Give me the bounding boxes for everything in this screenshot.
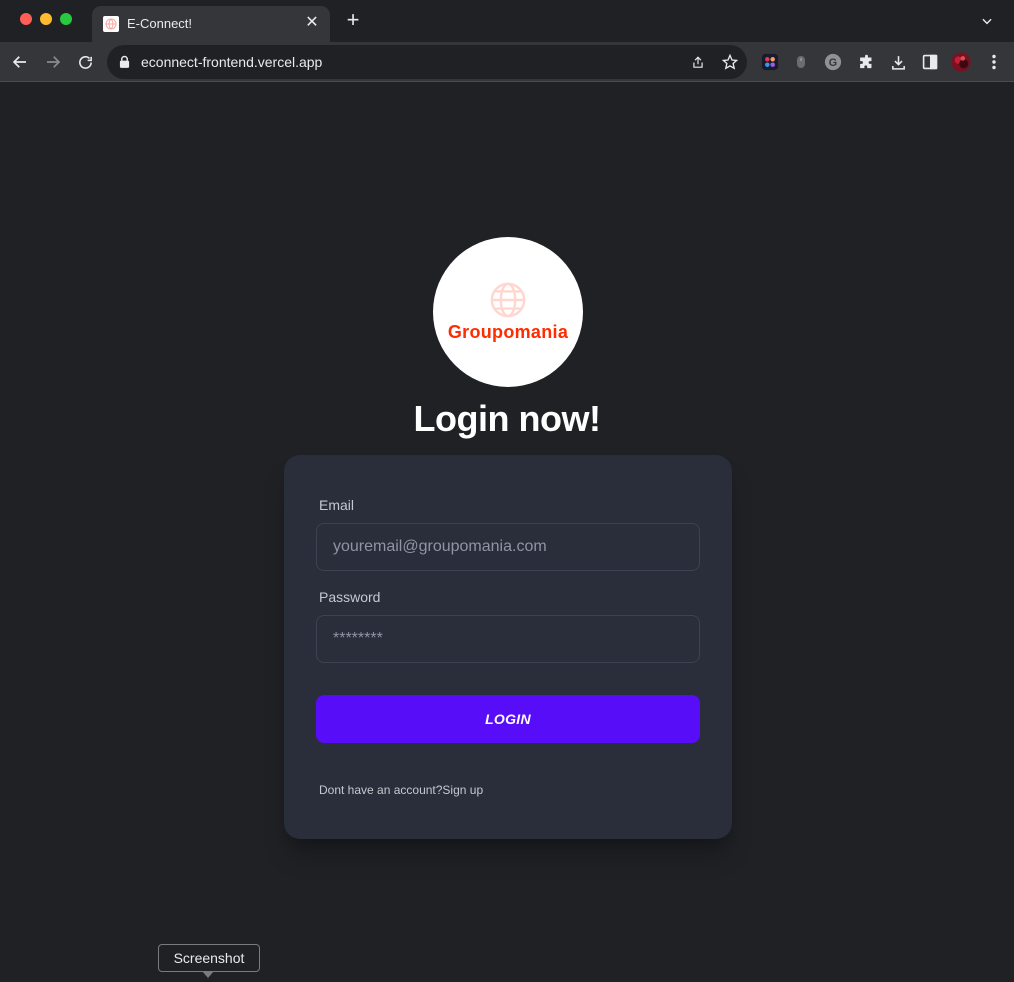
extensions-puzzle-icon[interactable] — [856, 52, 876, 72]
svg-text:G: G — [829, 57, 837, 69]
email-field[interactable] — [316, 523, 700, 571]
page-title: Login now! — [413, 398, 601, 439]
window-minimize-dot[interactable] — [40, 13, 52, 25]
tab-title: E-Connect! — [127, 16, 193, 31]
back-arrow-icon[interactable] — [9, 51, 31, 73]
browser-tab-bar: E-Connect! ✕ + — [0, 0, 1014, 42]
globe-logo-icon — [489, 281, 527, 324]
email-label: Email — [319, 497, 355, 513]
password-label: Password — [319, 589, 381, 605]
login-form-card: Email Password LOGIN Dont have an accoun… — [284, 455, 732, 839]
address-bar[interactable]: econnect-frontend.vercel.app — [107, 45, 747, 79]
new-tab-icon[interactable]: + — [343, 9, 363, 31]
extension-grammarly-icon[interactable]: G — [823, 52, 843, 72]
bookmark-star-icon[interactable] — [721, 53, 739, 71]
profile-avatar[interactable] — [951, 52, 971, 72]
logo-wordmark: Groupomania — [447, 322, 569, 342]
window-close-dot[interactable] — [20, 13, 32, 25]
password-field[interactable] — [316, 615, 700, 663]
signup-prompt-row: Dont have an account?Sign up — [319, 783, 483, 797]
screenshot-tooltip: Screenshot — [158, 944, 260, 972]
chevron-down-icon[interactable] — [980, 14, 994, 28]
signup-link[interactable]: Sign up — [442, 783, 483, 797]
browser-toolbar: econnect-frontend.vercel.app G — [0, 42, 1014, 82]
side-panel-icon[interactable] — [920, 52, 940, 72]
lock-icon — [119, 55, 130, 73]
tooltip-arrow — [202, 971, 214, 978]
login-button[interactable]: LOGIN — [316, 695, 700, 743]
groupomania-logo: Groupomania — [433, 237, 583, 387]
download-icon[interactable] — [888, 52, 908, 72]
url-text: econnect-frontend.vercel.app — [141, 54, 323, 70]
window-maximize-dot[interactable] — [60, 13, 72, 25]
tab-close-icon[interactable]: ✕ — [303, 14, 321, 32]
reload-icon[interactable] — [74, 51, 96, 73]
share-icon[interactable] — [689, 53, 707, 71]
signup-prompt-text: Dont have an account? — [319, 783, 443, 797]
menu-kebab-icon[interactable] — [984, 52, 1004, 72]
browser-tab[interactable]: E-Connect! ✕ — [92, 6, 330, 42]
extension-color-icon[interactable] — [760, 52, 780, 72]
extension-mouse-icon[interactable] — [791, 52, 811, 72]
globe-favicon-icon — [103, 16, 119, 32]
forward-arrow-icon[interactable] — [42, 51, 64, 73]
